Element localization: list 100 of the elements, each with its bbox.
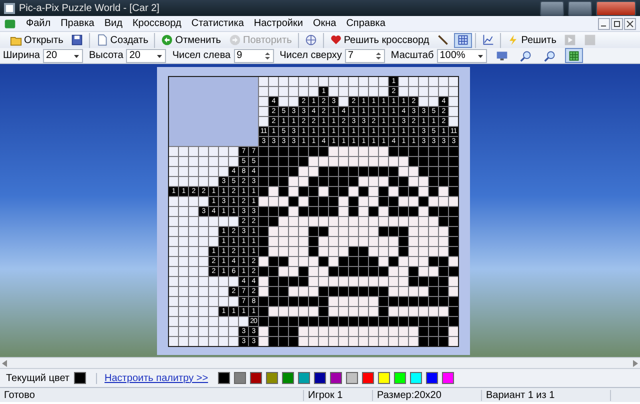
grid-cell[interactable] [279, 237, 288, 246]
close-button[interactable] [596, 0, 636, 16]
grid-cell[interactable] [369, 177, 378, 186]
grid-cell[interactable] [389, 187, 398, 196]
grid-cell[interactable] [429, 217, 438, 226]
grid-cell[interactable] [329, 327, 338, 336]
grid-cell[interactable] [359, 177, 368, 186]
grid-cell[interactable] [359, 197, 368, 206]
grid-cell[interactable] [279, 297, 288, 306]
minimize-icon[interactable] [598, 18, 610, 30]
grid-cell[interactable] [319, 177, 328, 186]
grid-cell[interactable] [339, 247, 348, 256]
grid-cell[interactable] [379, 297, 388, 306]
grid-cell[interactable] [269, 297, 278, 306]
grid-cell[interactable] [289, 247, 298, 256]
grid-cell[interactable] [409, 257, 418, 266]
grid-cell[interactable] [389, 177, 398, 186]
grid-cell[interactable] [389, 147, 398, 156]
grid-cell[interactable] [419, 167, 428, 176]
grid-cell[interactable] [329, 187, 338, 196]
grid-cell[interactable] [379, 257, 388, 266]
grid-cell[interactable] [259, 317, 268, 326]
grid-cell[interactable] [429, 187, 438, 196]
grid-cell[interactable] [369, 217, 378, 226]
grid-cell[interactable] [289, 287, 298, 296]
grid-cell[interactable] [379, 217, 388, 226]
grid-cell[interactable] [349, 327, 358, 336]
grid-cell[interactable] [359, 337, 368, 346]
grid-cell[interactable] [379, 327, 388, 336]
toolbar-button[interactable]: Создать [93, 32, 152, 48]
grid-cell[interactable] [399, 147, 408, 156]
grid-cell[interactable] [329, 207, 338, 216]
color-swatch[interactable] [218, 372, 230, 384]
grid-cell[interactable] [259, 337, 268, 346]
color-swatch[interactable] [362, 372, 374, 384]
grid-cell[interactable] [349, 147, 358, 156]
grid-cell[interactable] [269, 317, 278, 326]
grid-cell[interactable] [449, 237, 458, 246]
grid-cell[interactable] [309, 207, 318, 216]
toolbar-button[interactable]: Открыть [7, 32, 66, 48]
grid-cell[interactable] [319, 207, 328, 216]
grid-cell[interactable] [309, 247, 318, 256]
grid-cell[interactable] [319, 167, 328, 176]
grid-cell[interactable] [439, 257, 448, 266]
grid-cell[interactable] [319, 227, 328, 236]
grid-cell[interactable] [319, 147, 328, 156]
grid-cell[interactable] [399, 307, 408, 316]
grid-cell[interactable] [389, 157, 398, 166]
grid-cell[interactable] [289, 157, 298, 166]
grid-cell[interactable] [409, 197, 418, 206]
grid-cell[interactable] [369, 257, 378, 266]
grid-cell[interactable] [429, 197, 438, 206]
dropdown-field[interactable]: 100% [436, 48, 487, 62]
grid-cell[interactable] [299, 287, 308, 296]
menu-item[interactable]: Кроссворд [132, 18, 182, 29]
grid-cell[interactable] [439, 217, 448, 226]
grid-cell[interactable] [439, 297, 448, 306]
grid-cell[interactable] [399, 197, 408, 206]
grid-cell[interactable] [259, 267, 268, 276]
grid-cell[interactable] [379, 317, 388, 326]
grid-cell[interactable] [439, 277, 448, 286]
grid-cell[interactable] [429, 227, 438, 236]
grid-cell[interactable] [349, 297, 358, 306]
grid-cell[interactable] [329, 157, 338, 166]
grid-cell[interactable] [269, 207, 278, 216]
dropdown-field[interactable]: 20 [126, 48, 166, 62]
color-swatch[interactable] [442, 372, 454, 384]
grid-cell[interactable] [429, 337, 438, 346]
grid-cell[interactable] [419, 327, 428, 336]
grid-cell[interactable] [429, 297, 438, 306]
grid-cell[interactable] [329, 297, 338, 306]
toolbar-button[interactable]: Отменить [158, 32, 224, 48]
grid-cell[interactable] [449, 197, 458, 206]
grid-cell[interactable] [359, 287, 368, 296]
grid-cell[interactable] [409, 297, 418, 306]
grid-cell[interactable] [269, 267, 278, 276]
grid-cell[interactable] [359, 267, 368, 276]
grid-cell[interactable] [289, 147, 298, 156]
grid-cell[interactable] [309, 197, 318, 206]
grid-cell[interactable] [399, 297, 408, 306]
grid-cell[interactable] [339, 177, 348, 186]
grid-cell[interactable] [349, 267, 358, 276]
grid-cell[interactable] [269, 157, 278, 166]
palette-link[interactable]: Настроить палитру >> [96, 372, 208, 384]
grid-cell[interactable] [449, 147, 458, 156]
grid-cell[interactable] [299, 247, 308, 256]
grid-cell[interactable] [269, 277, 278, 286]
grid-cell[interactable] [279, 227, 288, 236]
grid-cell[interactable] [399, 207, 408, 216]
grid-cell[interactable] [299, 327, 308, 336]
grid-cell[interactable] [389, 297, 398, 306]
grid-cell[interactable] [409, 167, 418, 176]
grid-cell[interactable] [409, 217, 418, 226]
grid-cell[interactable] [289, 317, 298, 326]
grid-cell[interactable] [319, 157, 328, 166]
grid-cell[interactable] [389, 307, 398, 316]
grid-cell[interactable] [259, 167, 268, 176]
grid-cell[interactable] [349, 177, 358, 186]
grid-cell[interactable] [389, 337, 398, 346]
grid-cell[interactable] [399, 287, 408, 296]
